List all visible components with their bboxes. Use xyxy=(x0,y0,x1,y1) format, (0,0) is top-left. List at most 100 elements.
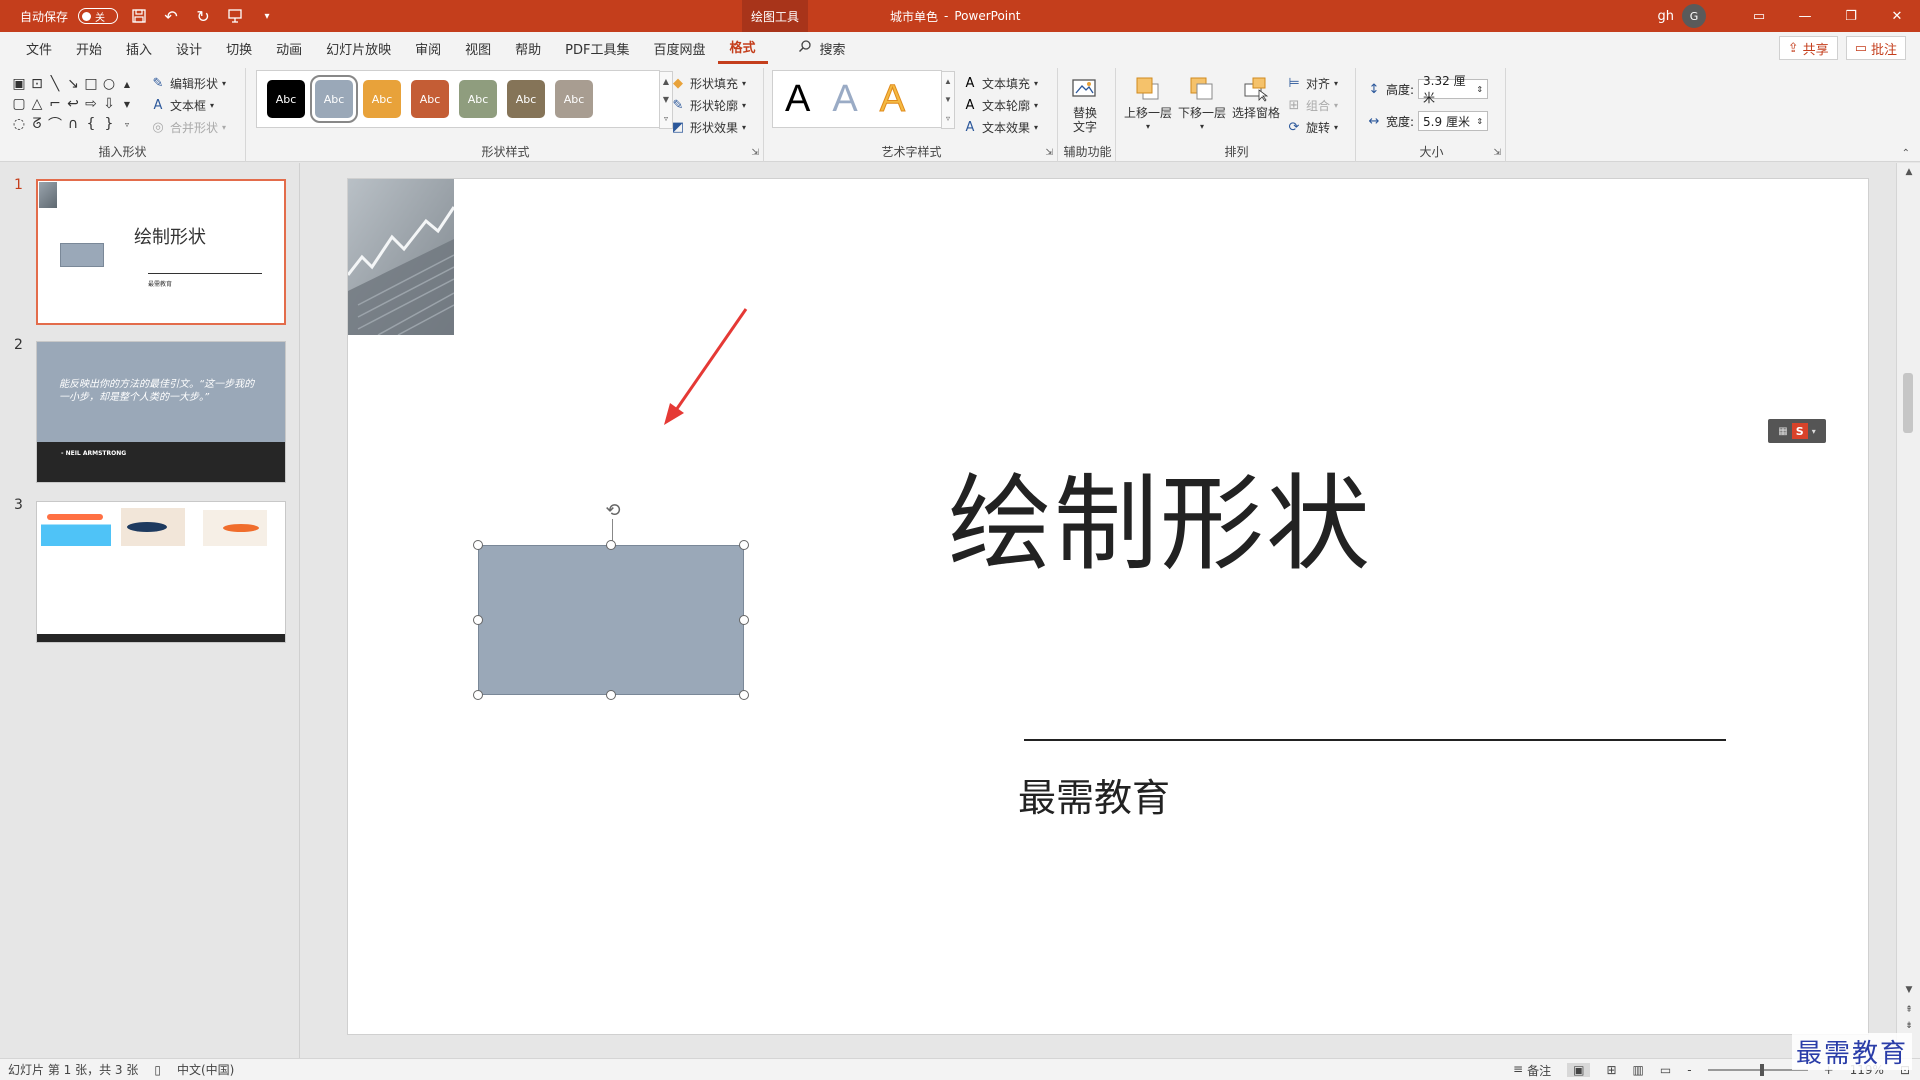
spin-icon[interactable]: ⇕ xyxy=(1476,117,1483,126)
more-icon[interactable]: ▿ xyxy=(664,114,668,123)
shape-style-swatch[interactable]: Abc xyxy=(310,75,358,123)
ime-sogou-icon[interactable]: S xyxy=(1791,423,1808,439)
user-name[interactable]: gh xyxy=(1658,9,1675,24)
shape-style-swatch[interactable]: Abc xyxy=(507,80,545,118)
shape-textbox-icon[interactable]: ▣ xyxy=(10,74,28,94)
vertical-scrollbar[interactable]: ▲ ▼ ⇞ ⇟ xyxy=(1896,163,1920,1058)
dialog-launcher-icon[interactable]: ⇲ xyxy=(1493,148,1501,158)
dialog-launcher-icon[interactable]: ⇲ xyxy=(1045,148,1053,158)
present-icon[interactable] xyxy=(224,5,246,27)
wordart-style-black[interactable]: A xyxy=(785,78,810,121)
normal-view-icon[interactable]: ▣ xyxy=(1567,1063,1591,1077)
slide-sorter-icon[interactable]: ⊞ xyxy=(1606,1063,1616,1077)
height-input[interactable]: 3.32 厘米 ⇕ xyxy=(1418,74,1489,105)
tab-file[interactable]: 文件 xyxy=(14,32,64,64)
text-outline-button[interactable]: A 文本轮廓 ▾ xyxy=(962,94,1038,116)
shape-elbow-connector-icon[interactable]: ⌐ xyxy=(46,94,64,114)
shape-oval-icon[interactable]: ○ xyxy=(100,74,118,94)
customize-qat-icon[interactable]: ▾ xyxy=(256,5,278,27)
language-indicator[interactable]: 中文(中国) xyxy=(177,1061,234,1078)
comments-button[interactable]: ▭ 批注 xyxy=(1845,36,1906,60)
chevron-down-icon[interactable]: ▼ xyxy=(663,95,669,104)
share-button[interactable]: ⇪ 共享 xyxy=(1778,36,1838,60)
shape-vertical-textbox-icon[interactable]: ⊡ xyxy=(28,74,46,94)
slide-title[interactable]: 绘制形状 xyxy=(948,439,1372,590)
shape-fill-button[interactable]: ◆ 形状填充 ▾ xyxy=(670,72,746,94)
alt-text-button[interactable]: 替换 文字 xyxy=(1070,74,1100,134)
shape-styles-gallery[interactable]: Abc Abc Abc Abc Abc Abc Abc ▲ ▼ ▿ xyxy=(256,70,673,129)
scroll-down-icon[interactable]: ▼ xyxy=(1897,985,1920,995)
text-effects-button[interactable]: A 文本效果 ▾ xyxy=(962,116,1038,138)
restore-icon[interactable]: ❐ xyxy=(1828,0,1874,32)
tab-view[interactable]: 视图 xyxy=(453,32,503,64)
shape-right-arrow-icon[interactable]: ⇨ xyxy=(82,94,100,114)
resize-handle-top-left[interactable] xyxy=(473,540,483,550)
shape-rounded-rect-icon[interactable]: ▢ xyxy=(10,94,28,114)
resize-handle-bottom-right[interactable] xyxy=(739,690,749,700)
rotate-handle-icon[interactable]: ⟲ xyxy=(602,499,624,521)
resize-handle-bottom[interactable] xyxy=(606,690,616,700)
wordart-style-blue-gray[interactable]: A xyxy=(832,78,857,121)
shapes-scroll-up-icon[interactable]: ▲ xyxy=(118,74,136,94)
ime-menu-icon[interactable]: ▾ xyxy=(1812,427,1816,436)
wordart-style-orange[interactable]: A xyxy=(879,77,905,121)
shape-rectangle-icon[interactable]: □ xyxy=(82,74,100,94)
rotate-button[interactable]: ⟳ 旋转 ▾ xyxy=(1286,116,1338,138)
align-button[interactable]: ⊨ 对齐 ▾ xyxy=(1286,72,1338,94)
resize-handle-left[interactable] xyxy=(473,615,483,625)
tab-review[interactable]: 审阅 xyxy=(403,32,453,64)
shape-right-brace-icon[interactable]: } xyxy=(100,114,118,134)
tab-transitions[interactable]: 切换 xyxy=(214,32,264,64)
resize-handle-right[interactable] xyxy=(739,615,749,625)
tab-pdf-tools[interactable]: PDF工具集 xyxy=(553,32,641,64)
chevron-up-icon[interactable]: ▲ xyxy=(663,77,669,86)
send-backward-button[interactable]: 下移一层 ▾ xyxy=(1178,74,1226,134)
tab-help[interactable]: 帮助 xyxy=(503,32,553,64)
merge-shapes-button[interactable]: ◎ 合并形状 ▾ xyxy=(150,116,226,138)
shape-curved-connector-icon[interactable]: ↩ xyxy=(64,94,82,114)
shape-style-swatch[interactable]: Abc xyxy=(459,80,497,118)
shape-style-swatch[interactable]: Abc xyxy=(267,80,305,118)
tab-format[interactable]: 格式 xyxy=(717,32,768,64)
previous-slide-icon[interactable]: ⇞ xyxy=(1897,1005,1920,1015)
shape-style-swatch[interactable]: Abc xyxy=(411,80,449,118)
notes-button[interactable]: ≡ 备注 xyxy=(1513,1062,1551,1079)
slide-thumbnail-2[interactable]: 能反映出你的方法的最佳引文。“这一步我的一小步，却是整个人类的一大步。” - N… xyxy=(36,341,286,483)
edit-shape-button[interactable]: ✎ 编辑形状 ▾ xyxy=(150,72,226,94)
shape-left-brace-icon[interactable]: { xyxy=(82,114,100,134)
shapes-more-icon[interactable]: ▿ xyxy=(118,114,136,134)
shape-curve-icon[interactable]: ∩ xyxy=(64,114,82,134)
ime-keyboard-icon[interactable]: ▦ xyxy=(1778,426,1787,437)
group-button[interactable]: ⊞ 组合 ▾ xyxy=(1286,94,1338,116)
shape-arrow-line-icon[interactable]: ↘ xyxy=(64,74,82,94)
stairs-photo[interactable] xyxy=(348,179,454,335)
more-icon[interactable]: ▿ xyxy=(946,114,950,123)
shape-line-icon[interactable]: ╲ xyxy=(46,74,64,94)
slideshow-view-icon[interactable]: ▭ xyxy=(1660,1063,1671,1077)
scrollbar-thumb[interactable] xyxy=(1903,373,1913,433)
selected-rectangle-shape[interactable] xyxy=(478,545,744,695)
shape-down-arrow-icon[interactable]: ⇩ xyxy=(100,94,118,114)
close-icon[interactable]: ✕ xyxy=(1874,0,1920,32)
redo-icon[interactable]: ↻ xyxy=(192,5,214,27)
wordart-scroll[interactable]: ▲ ▼ ▿ xyxy=(941,71,955,129)
text-fill-button[interactable]: A 文本填充 ▾ xyxy=(962,72,1038,94)
resize-handle-top[interactable] xyxy=(606,540,616,550)
shape-triangle-icon[interactable]: △ xyxy=(28,94,46,114)
bring-forward-button[interactable]: 上移一层 ▾ xyxy=(1124,74,1172,134)
collapse-ribbon-icon[interactable]: ⌃ xyxy=(1902,148,1910,159)
tab-slideshow[interactable]: 幻灯片放映 xyxy=(314,32,403,64)
search-box[interactable]: 搜索 xyxy=(798,39,846,58)
width-input[interactable]: 5.9 厘米 ⇕ xyxy=(1418,111,1489,131)
tab-design[interactable]: 设计 xyxy=(164,32,214,64)
slide-thumbnail-3[interactable] xyxy=(36,501,286,643)
minimize-icon[interactable]: — xyxy=(1782,0,1828,32)
slide-subtitle[interactable]: 最需教育 xyxy=(1018,767,1170,822)
shape-effects-button[interactable]: ◩ 形状效果 ▾ xyxy=(670,116,746,138)
shape-freeform-icon[interactable]: ◌ xyxy=(10,114,28,134)
avatar[interactable]: G xyxy=(1682,4,1706,28)
shape-arc-icon[interactable]: ⌒ xyxy=(46,114,64,134)
undo-icon[interactable]: ↶ xyxy=(160,5,182,27)
tab-baidu-netdisk[interactable]: 百度网盘 xyxy=(641,32,717,64)
shape-style-swatch[interactable]: Abc xyxy=(555,80,593,118)
